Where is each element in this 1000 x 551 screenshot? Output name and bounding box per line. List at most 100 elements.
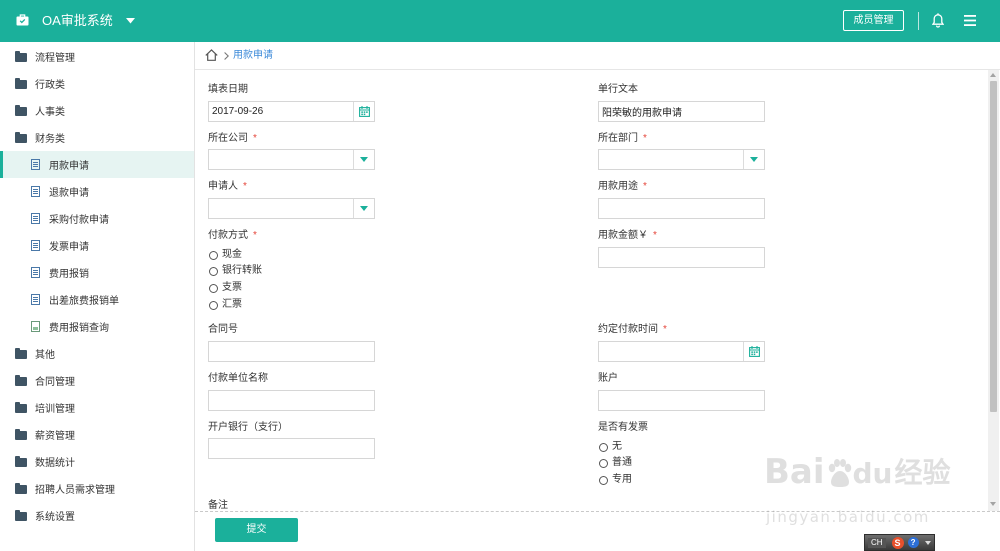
sidebar-item-expense-reimbursement[interactable]: 费用报销 (0, 259, 194, 286)
invoice-option-general[interactable]: 普通 (598, 456, 632, 470)
document-icon (30, 159, 40, 170)
sidebar-item-hr[interactable]: 人事类 (0, 97, 194, 124)
breadcrumb: 用款申请 (195, 42, 1000, 70)
folder-icon (14, 51, 27, 62)
sidebar-item-label: 出差旅费报销单 (49, 296, 119, 307)
vertical-scrollbar[interactable] (988, 70, 999, 511)
company-select[interactable] (208, 149, 375, 170)
sidebar-item-finance[interactable]: 财务类 (0, 124, 194, 151)
account-input[interactable] (598, 390, 765, 411)
amount-input[interactable] (598, 247, 765, 268)
required-mark: * (643, 133, 647, 144)
member-management-button[interactable]: 成员管理 (843, 10, 904, 31)
account-label: 账户 (598, 373, 618, 385)
contract-no-input[interactable] (208, 341, 375, 362)
payee-input[interactable] (208, 390, 375, 411)
caret-down-icon[interactable] (353, 199, 374, 218)
required-mark: * (253, 133, 257, 144)
document-icon (30, 240, 40, 251)
hamburger-menu-icon[interactable] (964, 15, 976, 26)
folder-icon (14, 429, 27, 440)
radio-label: 专用 (612, 474, 632, 485)
radio-label: 无 (612, 441, 622, 452)
sidebar-item-label: 培训管理 (35, 404, 75, 415)
radio-button[interactable] (209, 283, 218, 293)
single-text-input[interactable] (598, 101, 765, 122)
sogou-logo-icon[interactable]: S (891, 536, 904, 549)
applicant-label: 申请人 * (208, 181, 247, 193)
scrollbar-thumb[interactable] (990, 81, 997, 412)
folder-icon (14, 132, 27, 143)
department-select[interactable] (598, 149, 765, 170)
calendar-icon[interactable] (743, 342, 764, 361)
home-icon[interactable] (205, 49, 218, 61)
sidebar-item-expense-query[interactable]: 费用报销查询 (0, 313, 194, 340)
sidebar-item-administrative[interactable]: 行政类 (0, 70, 194, 97)
sidebar-item-training-management[interactable]: 培训管理 (0, 394, 194, 421)
radio-button[interactable] (599, 475, 608, 485)
submit-button[interactable]: 提交 (215, 518, 298, 542)
company-label-text: 所在公司 (208, 133, 248, 144)
purpose-label: 用款用途 * (598, 181, 647, 193)
invoice-label-text: 是否有发票 (598, 422, 648, 433)
radio-button[interactable] (599, 442, 608, 452)
fill-date-label-text: 填表日期 (208, 84, 248, 95)
folder-icon (14, 483, 27, 494)
sidebar-item-label: 人事类 (35, 107, 65, 118)
fill-date-input[interactable] (209, 102, 353, 121)
app-title[interactable]: OA审批系统 (42, 13, 113, 29)
sidebar: 流程管理 行政类 人事类 财务类 用款申请 退款申请 采购付款申请 发票申请 费… (0, 42, 195, 551)
bank-input[interactable] (208, 438, 375, 459)
payment-date-field[interactable] (598, 341, 765, 362)
purpose-input[interactable] (598, 198, 765, 219)
radio-label: 支票 (222, 282, 242, 293)
payment-date-input[interactable] (599, 342, 743, 361)
applicant-select[interactable] (208, 198, 375, 219)
radio-button[interactable] (599, 458, 608, 468)
sidebar-item-refund-request[interactable]: 退款申请 (0, 178, 194, 205)
payment-method-option-cash[interactable]: 现金 (208, 248, 242, 262)
invoice-option-special[interactable]: 专用 (598, 473, 632, 487)
sidebar-item-label: 数据统计 (35, 458, 75, 469)
sidebar-item-salary-management[interactable]: 薪资管理 (0, 421, 194, 448)
calendar-icon[interactable] (353, 102, 374, 121)
required-mark: * (243, 181, 247, 192)
help-icon[interactable]: ? (907, 537, 919, 548)
radio-button[interactable] (209, 266, 218, 276)
ime-language[interactable]: CH (868, 537, 886, 548)
sidebar-item-label: 采购付款申请 (49, 215, 109, 226)
purpose-label-text: 用款用途 (598, 181, 638, 192)
fill-date-field[interactable] (208, 101, 375, 122)
radio-button[interactable] (209, 250, 218, 260)
sidebar-item-statistics[interactable]: 数据统计 (0, 448, 194, 475)
sidebar-item-label: 其他 (35, 350, 55, 361)
sidebar-item-payment-request[interactable]: 用款申请 (0, 151, 194, 178)
caret-down-icon[interactable] (353, 150, 374, 169)
sidebar-item-system-settings[interactable]: 系统设置 (0, 502, 194, 529)
scroll-down-arrow-icon[interactable] (990, 502, 996, 506)
radio-button[interactable] (209, 300, 218, 310)
payment-method-option-draft[interactable]: 汇票 (208, 298, 242, 312)
sidebar-item-other[interactable]: 其他 (0, 340, 194, 367)
chevron-down-icon[interactable] (126, 18, 135, 24)
caret-down-icon[interactable] (743, 150, 764, 169)
caret-down-icon[interactable] (924, 540, 931, 545)
required-mark: * (653, 230, 657, 241)
required-mark: * (643, 181, 647, 192)
sidebar-item-process-management[interactable]: 流程管理 (0, 43, 194, 70)
bell-icon[interactable] (932, 13, 944, 28)
sidebar-item-label: 招聘人员需求管理 (35, 485, 115, 496)
sidebar-item-purchase-payment[interactable]: 采购付款申请 (0, 205, 194, 232)
sidebar-item-invoice-request[interactable]: 发票申请 (0, 232, 194, 259)
scroll-up-arrow-icon[interactable] (990, 73, 996, 77)
sidebar-item-contract-management[interactable]: 合同管理 (0, 367, 194, 394)
invoice-option-none[interactable]: 无 (598, 440, 622, 454)
sidebar-item-travel-expense[interactable]: 出差旅费报销单 (0, 286, 194, 313)
ime-toolbar[interactable]: CH S ? (864, 534, 935, 551)
bank-label-text: 开户银行（支行） (208, 422, 288, 433)
payment-method-option-bank-transfer[interactable]: 银行转账 (208, 264, 262, 278)
document-icon (30, 213, 40, 224)
payment-method-option-check[interactable]: 支票 (208, 281, 242, 295)
sidebar-item-recruitment[interactable]: 招聘人员需求管理 (0, 475, 194, 502)
breadcrumb-current[interactable]: 用款申请 (233, 50, 273, 62)
